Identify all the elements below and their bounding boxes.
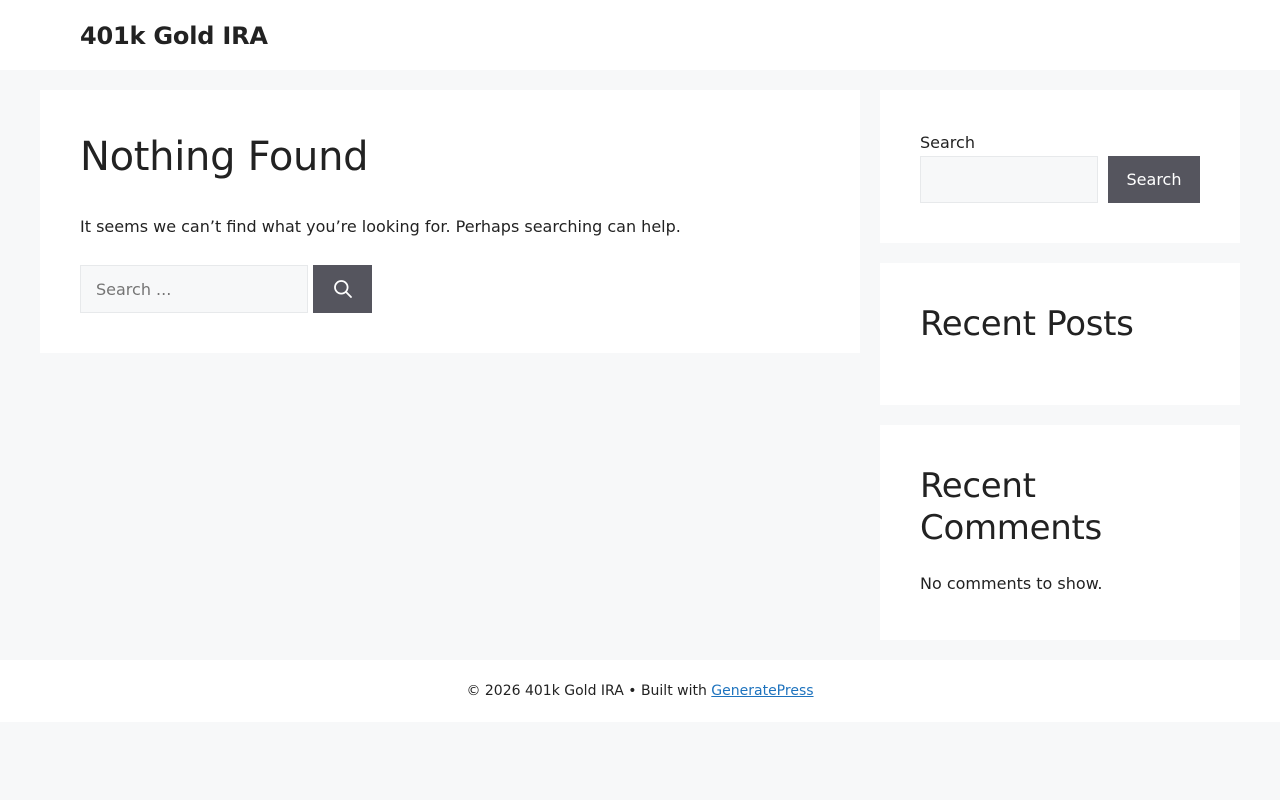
page-title: Nothing Found [80, 134, 369, 180]
search-input[interactable] [80, 265, 308, 313]
sidebar-search-input[interactable] [920, 156, 1098, 203]
sidebar-search-button[interactable]: Search [1108, 156, 1200, 203]
sidebar-search-widget: Search Search [880, 90, 1240, 243]
main-content: Nothing Found It seems we can’t find wha… [40, 90, 860, 353]
search-button[interactable] [313, 265, 372, 313]
footer-copyright: © 2026 401k Gold IRA [466, 683, 624, 699]
footer-separator: • Built with [623, 683, 712, 699]
recent-comments-widget: Recent Comments No comments to show. [880, 425, 1240, 640]
site-header: 401k Gold IRA [0, 0, 1280, 70]
search-icon [333, 279, 353, 299]
footer-generatepress-link[interactable]: GeneratePress [711, 683, 813, 699]
site-title-link[interactable]: 401k Gold IRA [80, 20, 268, 52]
recent-posts-widget: Recent Posts [880, 263, 1240, 405]
page-message: It seems we can’t find what you’re looki… [80, 217, 681, 236]
sidebar-search-label: Search [920, 133, 975, 152]
recent-comments-title: Recent Comments [920, 466, 1102, 548]
no-comments-text: No comments to show. [920, 574, 1103, 593]
recent-posts-title: Recent Posts [920, 304, 1134, 344]
site-footer: © 2026 401k Gold IRA • Built with Genera… [0, 660, 1280, 722]
